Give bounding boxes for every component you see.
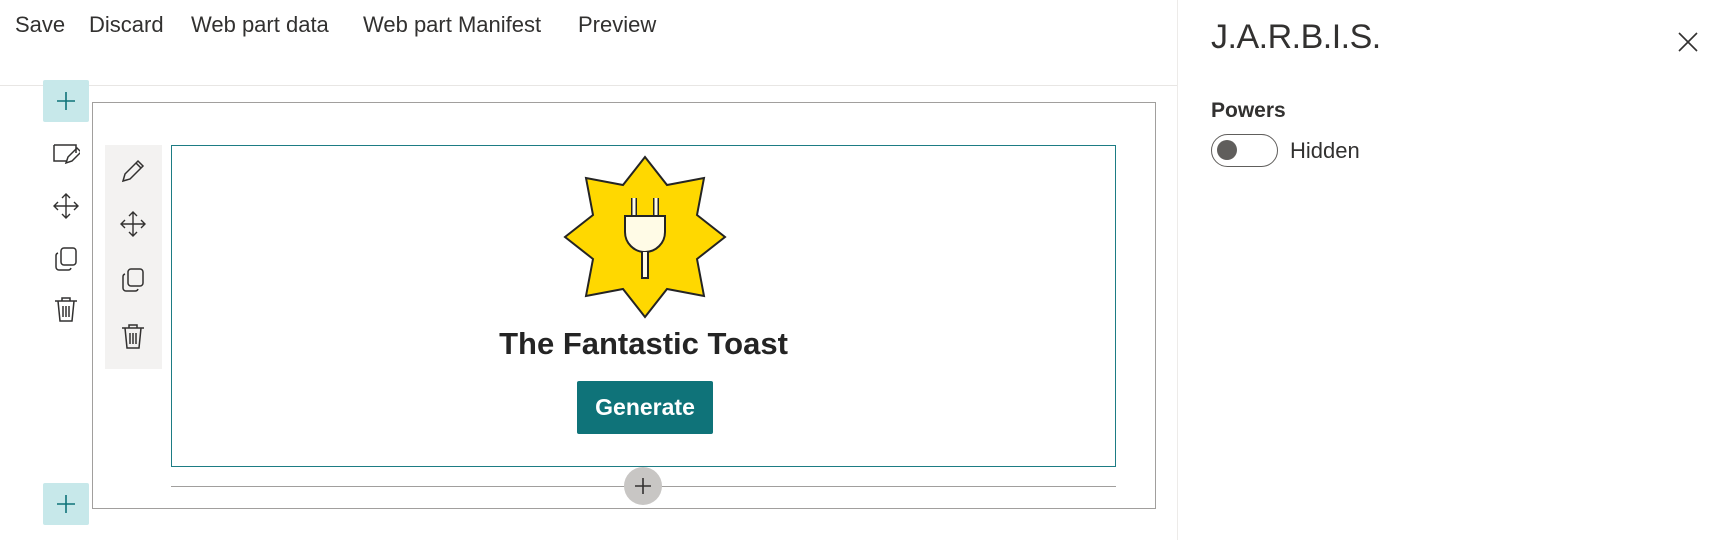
move-section-button[interactable] [49, 189, 83, 223]
delete-icon [122, 324, 144, 349]
delete-webpart-button[interactable] [116, 319, 150, 353]
edit-section-button[interactable] [49, 138, 83, 172]
generate-button[interactable]: Generate [577, 381, 713, 434]
save-button[interactable]: Save [15, 12, 65, 38]
close-pane-button[interactable] [1670, 24, 1706, 60]
edit-section-icon [53, 144, 80, 165]
add-webpart-button[interactable] [624, 467, 662, 505]
add-icon [57, 495, 75, 513]
command-bar: Save Discard Web part data Web part Mani… [0, 0, 1177, 86]
toggle-knob [1217, 140, 1237, 160]
delete-section-button[interactable] [49, 292, 83, 326]
move-icon [53, 193, 79, 219]
add-icon [57, 92, 75, 110]
webpart-title: The Fantastic Toast [499, 326, 788, 361]
duplicate-section-button[interactable] [49, 242, 83, 276]
duplicate-icon [122, 268, 144, 292]
delete-icon [55, 297, 77, 322]
move-webpart-button[interactable] [116, 207, 150, 241]
webpart-manifest-button[interactable]: Web part Manifest [363, 12, 541, 38]
webpart-data-button[interactable]: Web part data [191, 12, 329, 38]
discard-button[interactable]: Discard [89, 12, 164, 38]
powers-toggle[interactable] [1211, 134, 1278, 167]
edit-webpart-button[interactable] [116, 154, 150, 188]
webpart-toolbar [105, 145, 162, 369]
add-section-bottom-button[interactable] [43, 483, 89, 525]
plug-star-icon [563, 155, 727, 319]
close-icon [1678, 32, 1698, 52]
toggle-state-text: Hidden [1290, 138, 1360, 163]
move-icon [120, 211, 146, 237]
duplicate-icon [55, 247, 77, 271]
preview-button[interactable]: Preview [578, 12, 656, 38]
pane-title: J.A.R.B.I.S. [1211, 18, 1381, 56]
edit-icon [121, 159, 145, 183]
duplicate-webpart-button[interactable] [116, 263, 150, 297]
add-section-top-button[interactable] [43, 80, 89, 122]
powers-label: Powers [1211, 99, 1286, 122]
webpart[interactable]: The Fantastic Toast Generate [171, 145, 1116, 467]
property-pane: J.A.R.B.I.S. Powers Hidden [1177, 0, 1723, 540]
add-icon [635, 478, 651, 494]
